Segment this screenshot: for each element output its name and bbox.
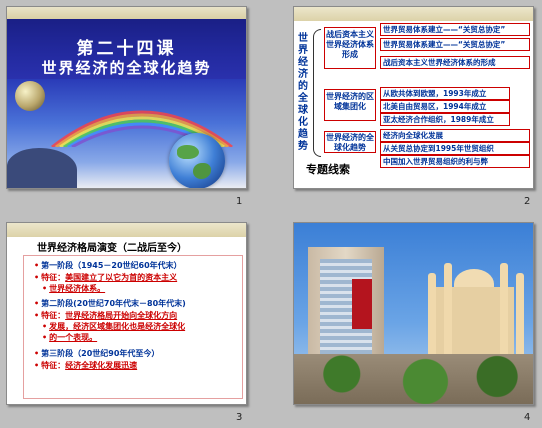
stage-2-feature: 特征：世界经济格局开始向全球化方向 xyxy=(34,310,177,321)
stage-2-feature-cont: 发展，经济区域集团化也是经济全球化 xyxy=(42,321,185,332)
topic-vertical-title: 世界经济的全球化趋势 xyxy=(298,33,308,152)
stage-1-label: 第一阶段（1945－20世纪60年代末） xyxy=(34,260,182,271)
slide-3-thumbnail[interactable]: 世界经济格局演变（二战后至今） 第一阶段（1945－20世纪60年代末） 特征：… xyxy=(6,222,247,405)
red-sign xyxy=(352,279,372,329)
hill-silhouette xyxy=(7,148,77,188)
branch-2-item-3: 亚太经济合作组织，1989年成立 xyxy=(380,113,510,126)
slide-header-bar xyxy=(7,223,246,237)
branch-1-item-1: 世界贸易体系建立——“关贸总协定” xyxy=(380,23,530,36)
lesson-number-title: 第二十四课 xyxy=(76,39,177,59)
content-box: 第一阶段（1945－20世纪60年代末） 特征：美国建立了以它为首的资本主义 世… xyxy=(23,255,243,399)
stage-3-label: 第三阶段（20世纪90年代至今） xyxy=(34,348,159,359)
branch-box-3: 世界经济的全球化趋势 xyxy=(324,131,376,153)
branch-1-item-1: 世界贸易体系建立——“关贸总协定” xyxy=(380,38,530,51)
slide-header-bar xyxy=(7,7,246,19)
branch-3-item-3: 中国加入世界贸易组织的利与弊 xyxy=(380,155,530,168)
lesson-title: 世界经济的全球化趋势 xyxy=(41,59,212,77)
globe-image xyxy=(169,133,225,188)
brace-bracket xyxy=(313,29,321,157)
branch-1-item-2: 战后资本主义世界经济体系的形成 xyxy=(380,56,530,69)
slide-number: 2 xyxy=(524,196,531,207)
slide-4-thumbnail[interactable] xyxy=(293,222,534,405)
branch-box-1: 战后资本主义世界经济体系形成 xyxy=(324,27,376,69)
stage-2-label: 第二阶段(20世纪70年代末－80年代末) xyxy=(34,298,186,309)
title-banner: 第二十四课 世界经济的全球化趋势 xyxy=(7,19,246,79)
stage-1-feature-cont: 世界经济体系。 xyxy=(42,283,105,294)
slide-1-thumbnail[interactable]: 第二十四课 世界经济的全球化趋势 xyxy=(6,6,247,189)
slide-2-thumbnail[interactable]: 世界经济的全球化趋势 战后资本主义世界经济体系形成 世界贸易体系建立——“关贸总… xyxy=(293,6,534,189)
small-planet-image xyxy=(15,81,45,111)
globe-continent xyxy=(177,145,199,159)
trees-foreground xyxy=(294,354,533,404)
stage-1-feature: 特征：美国建立了以它为首的资本主义 xyxy=(34,272,177,283)
slide-number: 4 xyxy=(524,412,531,423)
branch-3-item-2: 从关贸总协定到1995年世贸组织 xyxy=(380,142,530,155)
stage-2-feature-cont: 的一个表现。 xyxy=(42,332,97,343)
slide-header-bar xyxy=(294,7,533,21)
branch-2-item-2: 北美自由贸易区，1994年成立 xyxy=(380,100,510,113)
branch-3-item-1: 经济向全球化发展 xyxy=(380,129,530,142)
slide-number: 3 xyxy=(236,412,243,423)
branch-box-2: 世界经济的区域集团化 xyxy=(324,89,376,121)
slide-heading: 世界经济格局演变（二战后至今） xyxy=(37,243,187,254)
slide-number: 1 xyxy=(236,196,243,207)
branch-2-item-1: 从欧共体到欧盟，1993年成立 xyxy=(380,87,510,100)
stage-3-feature: 特征：经济全球化发展迅速 xyxy=(34,360,137,371)
topic-clue-label: 专题线索 xyxy=(306,163,350,176)
